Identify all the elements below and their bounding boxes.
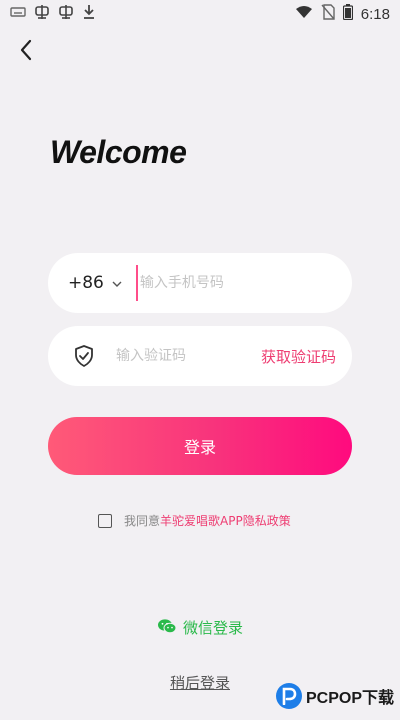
country-code-selector[interactable]: +86 xyxy=(68,273,122,293)
status-bar: 6:18 xyxy=(0,0,400,28)
keyboard-icon xyxy=(10,6,26,22)
later-login-link[interactable]: 稍后登录 xyxy=(170,674,230,692)
download-icon xyxy=(82,4,96,24)
chevron-left-icon xyxy=(19,39,33,65)
no-sim-icon xyxy=(321,4,335,24)
watermark-logo-icon xyxy=(276,683,302,709)
chevron-down-icon xyxy=(112,277,122,290)
agreement-prefix: 我同意 xyxy=(124,514,161,528)
battery-icon xyxy=(342,4,353,24)
phone-input[interactable] xyxy=(135,265,352,301)
notification-icon xyxy=(58,4,74,24)
watermark-text: PCPOP下载 xyxy=(306,690,395,707)
get-code-button[interactable]: 获取验证码 xyxy=(261,346,336,367)
wechat-login-button[interactable]: 微信登录 xyxy=(0,617,400,638)
status-time: 6:18 xyxy=(360,5,390,23)
privacy-policy-link[interactable]: 羊驼爱唱歌APP隐私政策 xyxy=(160,512,291,529)
back-button[interactable] xyxy=(12,38,40,66)
wifi-icon xyxy=(295,5,313,23)
status-bar-left xyxy=(10,4,96,24)
wechat-login-label: 微信登录 xyxy=(182,619,243,637)
phone-field: +86 xyxy=(48,253,352,313)
verification-code-field: 获取验证码 xyxy=(48,326,352,386)
verification-code-input[interactable] xyxy=(116,338,246,374)
agreement-checkbox[interactable] xyxy=(98,513,112,528)
country-code-value: +86 xyxy=(68,273,104,293)
status-bar-right: 6:18 xyxy=(295,4,390,24)
shield-check-icon xyxy=(74,345,96,367)
agreement-row: 我同意 羊驼爱唱歌APP隐私政策 xyxy=(98,512,291,529)
wechat-icon xyxy=(157,618,177,638)
watermark: PCPOP下载 xyxy=(276,683,394,709)
welcome-title: Welcome xyxy=(50,134,187,170)
login-button[interactable]: 登录 xyxy=(48,417,352,475)
notification-icon xyxy=(34,4,50,24)
